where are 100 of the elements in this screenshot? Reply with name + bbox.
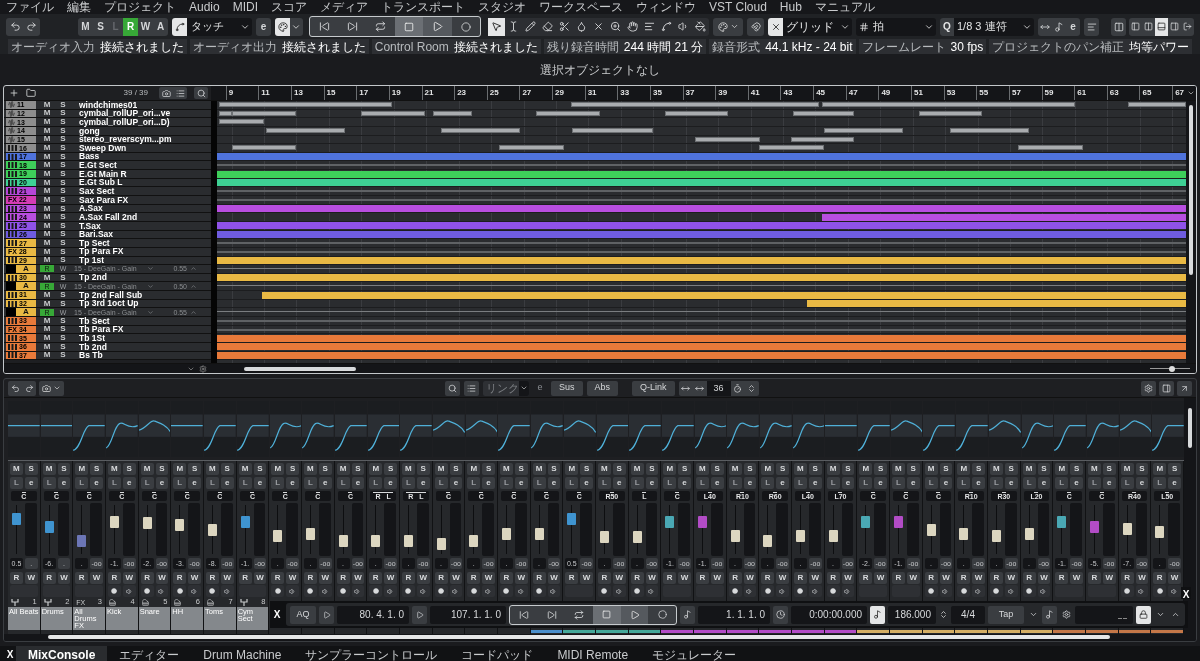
read-button[interactable]: R (238, 572, 252, 584)
mute-button[interactable]: M (41, 101, 53, 109)
track-name[interactable]: Tp 3rd 1oct Up (79, 299, 139, 308)
track-name[interactable]: Tp 1st (79, 256, 105, 265)
right-locator-field[interactable]: 107. 1. 1. 0 (430, 605, 506, 624)
write-button[interactable]: W (155, 572, 169, 584)
mute-button[interactable]: M (663, 463, 677, 475)
mute-button[interactable]: M (41, 247, 53, 256)
mute-button[interactable]: M (41, 152, 53, 161)
read-button[interactable]: R (369, 572, 383, 584)
track-name[interactable]: cymbal_rollUP_ori...D) (79, 117, 170, 127)
track-name[interactable]: Tb Para FX (79, 325, 124, 334)
mute-button[interactable]: M (41, 213, 53, 221)
solo-button[interactable]: S (57, 170, 69, 178)
write-button[interactable]: W (220, 572, 234, 584)
write-button[interactable]: W (808, 572, 822, 584)
write-button[interactable]: W (1070, 572, 1083, 584)
solo-button[interactable]: S (776, 463, 789, 475)
solo-button[interactable]: S (384, 463, 397, 475)
read-button[interactable]: R (859, 572, 873, 584)
mute-button[interactable]: M (41, 170, 53, 178)
listen-button[interactable]: L (1055, 477, 1069, 489)
mute-button[interactable]: M (41, 299, 53, 308)
edit-button[interactable]: e (318, 477, 332, 489)
listen-button[interactable]: L (10, 477, 23, 489)
panel-tab[interactable]: MIDI Remote (545, 646, 641, 661)
mute-button[interactable]: M (41, 118, 53, 126)
track-name[interactable]: Bari.Sax (79, 230, 114, 239)
write-button[interactable]: W (645, 572, 659, 584)
track-name[interactable]: Sax Para FX (79, 195, 129, 205)
solo-button[interactable]: S (874, 463, 887, 475)
edit-button[interactable]: e (547, 477, 561, 489)
edit-button[interactable]: e (1168, 477, 1181, 489)
mute-button[interactable]: M (859, 463, 873, 475)
edit-button[interactable]: e (253, 477, 267, 489)
write-button[interactable]: W (482, 572, 495, 584)
mixer-option-button[interactable]: Abs (586, 380, 619, 396)
mute-button[interactable]: M (238, 463, 252, 475)
track-name[interactable]: Tp Para FX (79, 247, 124, 256)
read-button[interactable]: R (892, 572, 905, 584)
solo-button[interactable]: S (1135, 463, 1149, 475)
solo-button[interactable]: S (253, 463, 267, 475)
listen-button[interactable]: L (826, 477, 840, 489)
mute-button[interactable]: M (761, 463, 775, 475)
read-button[interactable]: R (532, 572, 546, 584)
listen-button[interactable]: L (598, 477, 611, 489)
edit-button[interactable]: e (90, 477, 103, 489)
menu-item[interactable]: プロジェクト (104, 1, 176, 13)
mute-button[interactable]: M (41, 187, 53, 196)
listen-button[interactable]: L (238, 477, 252, 489)
menu-item[interactable]: メディア (320, 1, 369, 13)
listen-button[interactable]: L (1022, 477, 1036, 489)
read-button[interactable]: R (10, 572, 23, 584)
mute-button[interactable]: M (794, 463, 807, 475)
listen-button[interactable]: L (434, 477, 448, 489)
mute-button[interactable]: M (41, 126, 53, 135)
edit-button[interactable]: e (1037, 477, 1051, 489)
listen-button[interactable]: L (42, 477, 56, 489)
solo-button[interactable]: S (318, 463, 332, 475)
edit-button[interactable]: e (1135, 477, 1149, 489)
mute-button[interactable]: M (41, 239, 53, 247)
write-button[interactable]: W (90, 572, 103, 584)
mute-button[interactable]: M (41, 109, 53, 118)
write-button[interactable]: W (1037, 572, 1051, 584)
mute-button[interactable]: M (1022, 463, 1036, 475)
track-name[interactable]: Tb 2nd (79, 342, 107, 351)
read-button[interactable]: R (42, 572, 56, 584)
edit-button[interactable]: e (776, 477, 789, 489)
edit-button[interactable]: e (1102, 477, 1116, 489)
mute-button[interactable]: M (41, 256, 53, 265)
read-button[interactable]: R (696, 572, 709, 584)
edit-button[interactable]: e (188, 477, 201, 489)
edit-button[interactable]: e (449, 477, 463, 489)
write-button[interactable]: W (841, 572, 855, 584)
write-button[interactable]: W (972, 572, 985, 584)
solo-button[interactable]: S (580, 463, 593, 475)
read-button[interactable]: R (402, 572, 415, 584)
track-name[interactable]: windchimes01 (79, 101, 138, 110)
read-button[interactable]: R (108, 572, 121, 584)
solo-button[interactable]: S (547, 463, 561, 475)
mute-button[interactable]: M (500, 463, 513, 475)
mute-button[interactable]: M (271, 463, 285, 475)
mute-button[interactable]: M (41, 230, 53, 239)
automation-button[interactable]: A (153, 17, 168, 36)
listen-button[interactable]: L (532, 477, 546, 489)
solo-button[interactable]: S (57, 463, 71, 475)
solo-button[interactable]: S (514, 463, 528, 475)
solo-button[interactable]: S (24, 463, 38, 475)
mute-button[interactable]: M (402, 463, 415, 475)
mute-button[interactable]: M (304, 463, 317, 475)
menu-item[interactable]: マニュアル (814, 1, 875, 13)
menu-item[interactable]: スコア (271, 1, 308, 13)
write-button[interactable]: W (580, 572, 593, 584)
channel-count-field[interactable]: 36 (706, 380, 731, 396)
write-button[interactable]: W (710, 572, 724, 584)
track-name[interactable]: Tb 1St (79, 333, 105, 343)
solo-button[interactable]: S (57, 118, 69, 126)
edit-button[interactable]: e (122, 477, 136, 489)
mute-button[interactable]: M (41, 291, 53, 299)
solo-button[interactable]: S (1168, 463, 1181, 475)
